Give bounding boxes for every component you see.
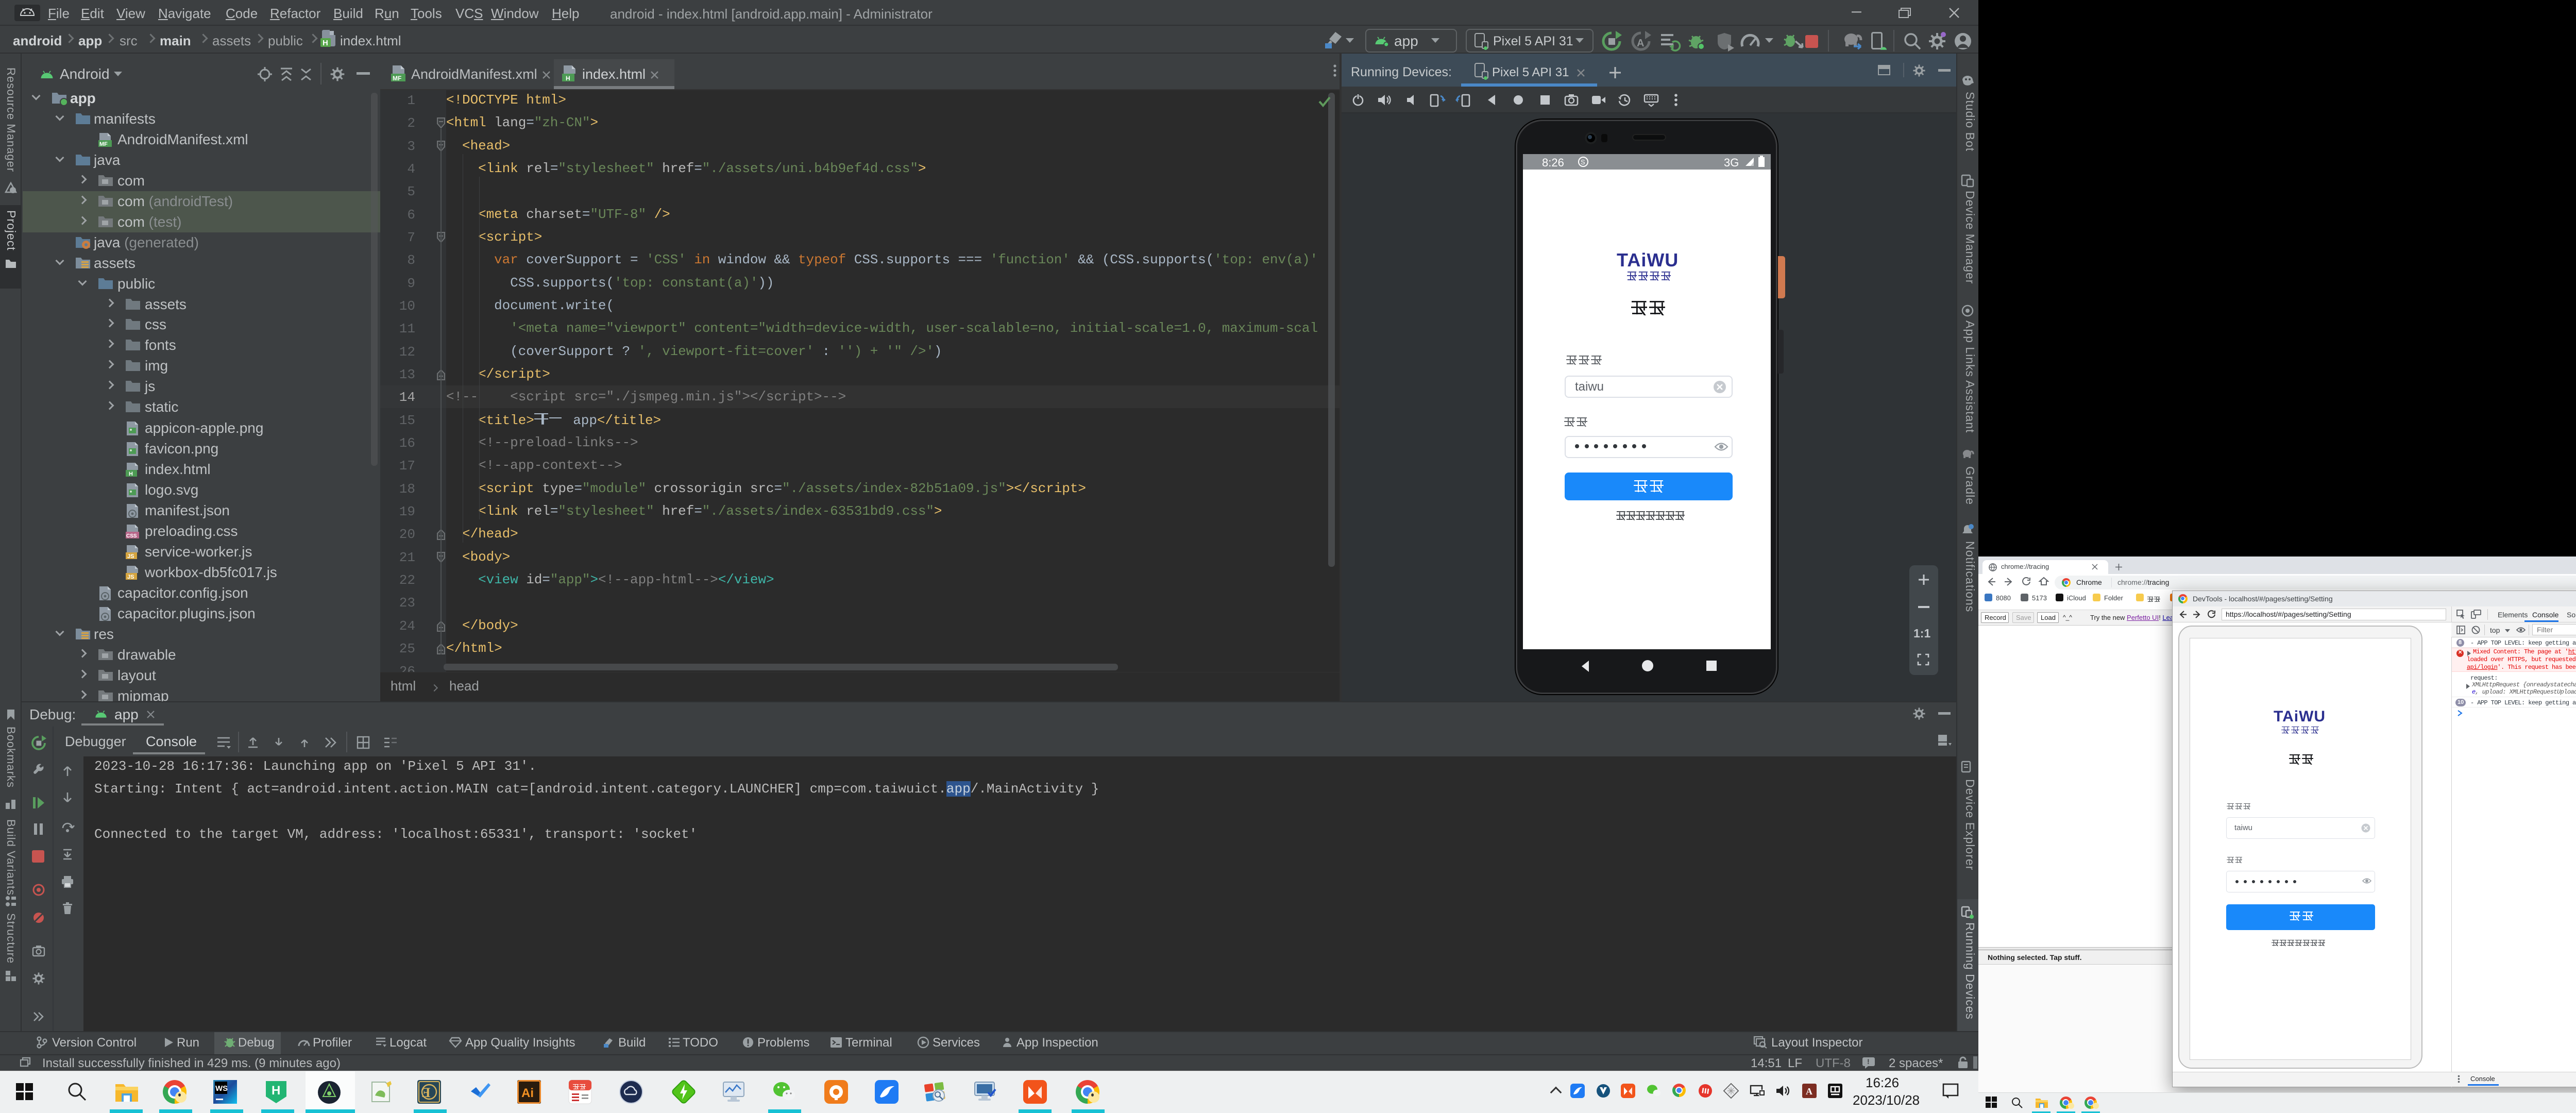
svg-text:A: A — [1806, 1086, 1812, 1097]
svg-text:!: ! — [1867, 1057, 1870, 1066]
svg-text:S: S — [1581, 158, 1585, 166]
svg-text:JS: JS — [127, 553, 134, 560]
svg-text:Ai: Ai — [521, 1086, 534, 1100]
svg-text:H: H — [129, 471, 133, 477]
svg-text:MF: MF — [393, 75, 401, 82]
svg-text:CSS: CSS — [126, 533, 137, 539]
svg-text:H: H — [566, 75, 570, 82]
svg-text:JS: JS — [127, 574, 134, 580]
svg-text:WS: WS — [215, 1084, 228, 1093]
svg-text:A: A — [1637, 38, 1644, 49]
svg-text:H: H — [272, 1084, 280, 1098]
svg-text:MF: MF — [99, 141, 108, 147]
